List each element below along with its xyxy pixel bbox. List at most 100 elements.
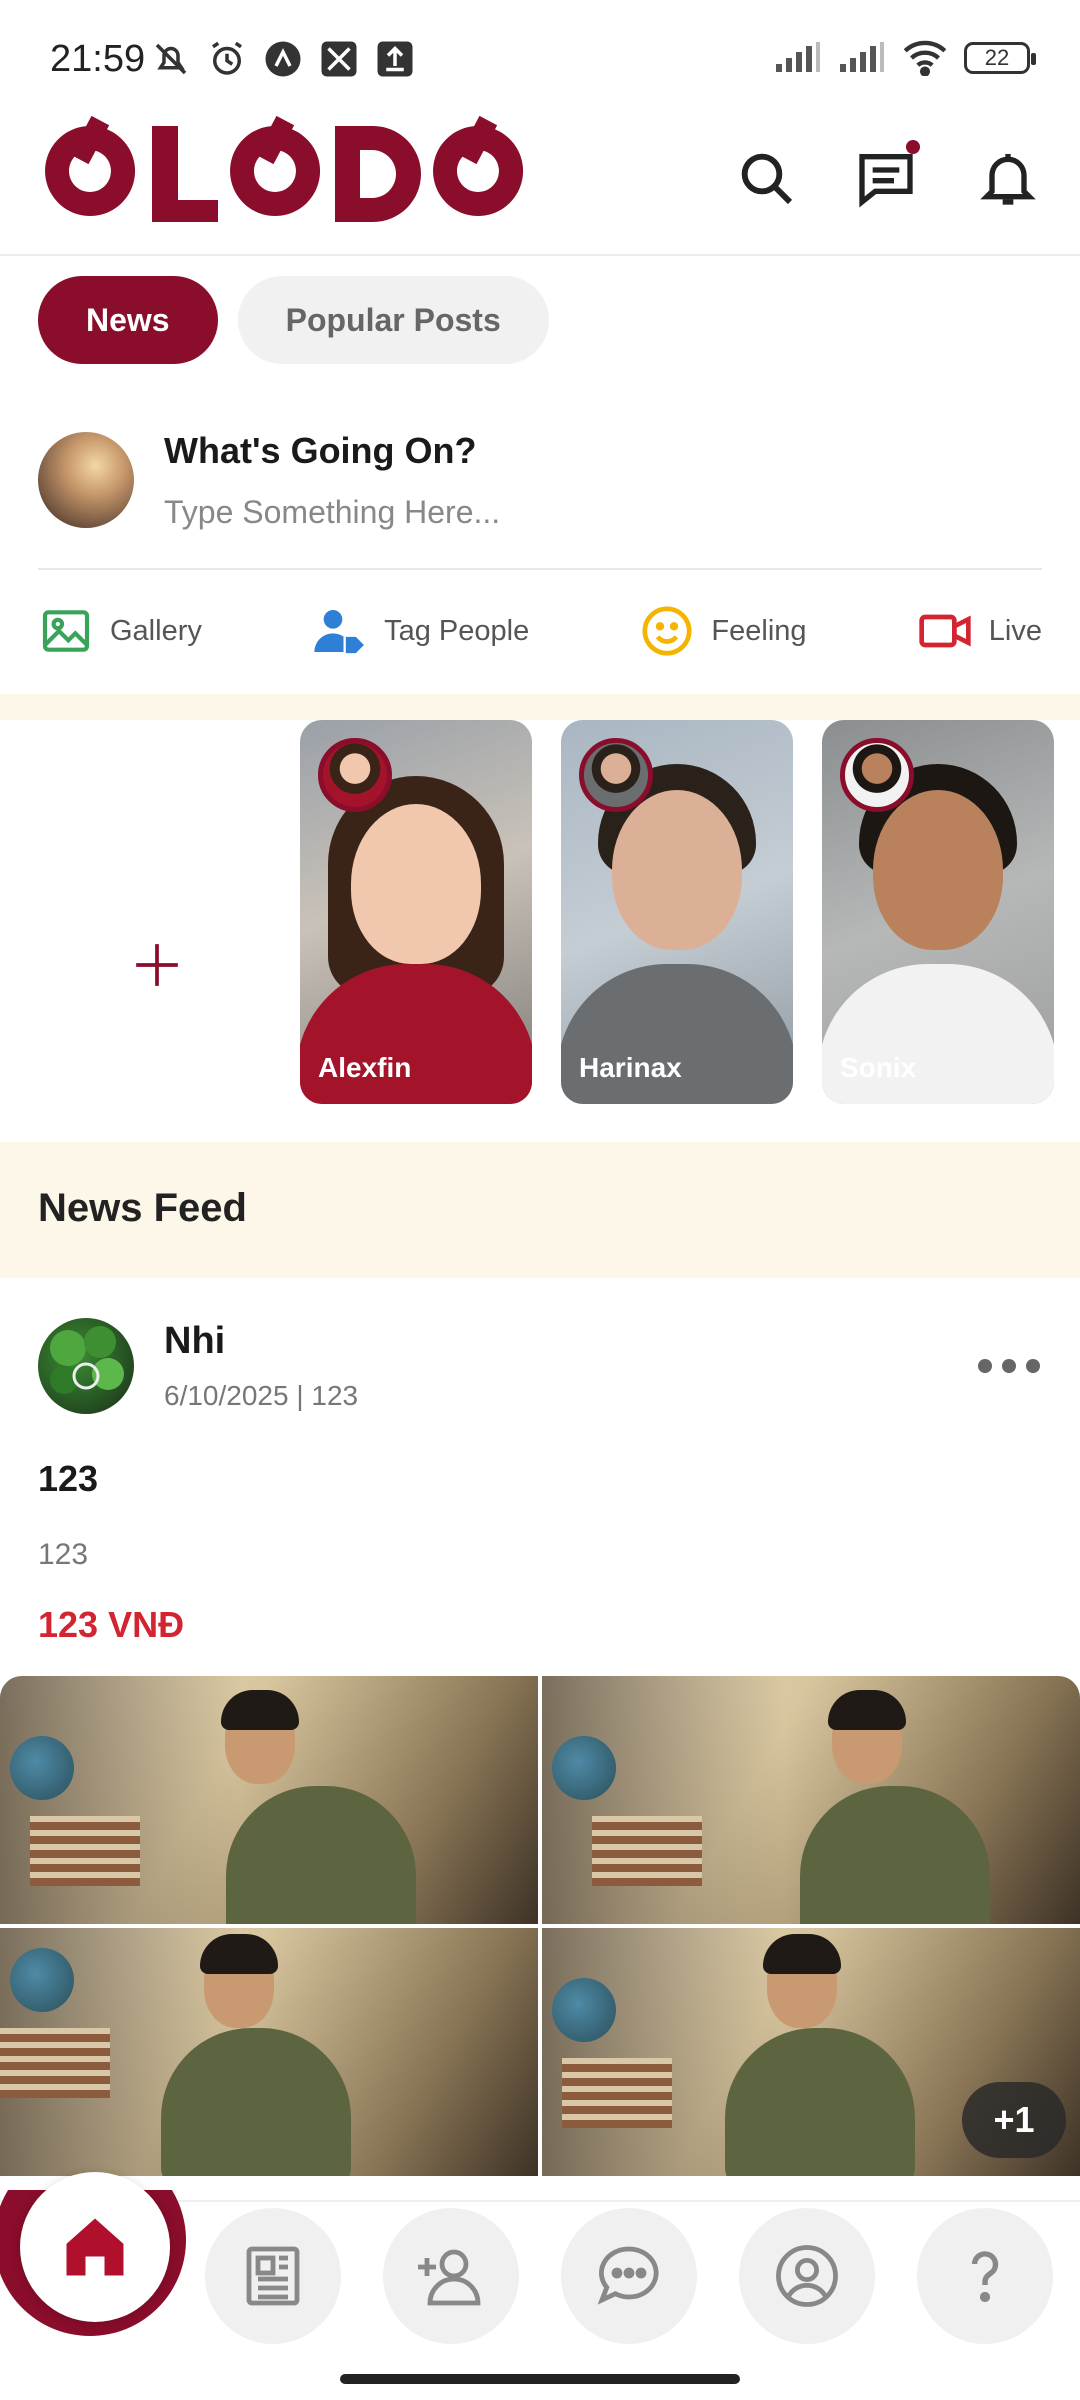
composer-actions: Gallery Tag People Feeling Live [38, 596, 1042, 666]
status-time: 21:59 [50, 38, 146, 80]
gallery-icon [42, 610, 90, 652]
photo-books [30, 1816, 140, 1886]
news-feed-header: News Feed [0, 1142, 1080, 1278]
chat-icon [859, 154, 913, 208]
search-button[interactable] [728, 140, 804, 216]
composer-input[interactable]: Type Something Here... [164, 494, 500, 531]
post-photo[interactable] [0, 1928, 538, 2176]
photo-person-hair [827, 1690, 906, 1730]
photo-person [161, 2028, 352, 2176]
photo-globe [10, 1736, 74, 1800]
search-icon [741, 153, 793, 205]
more-photos-badge[interactable]: +1 [962, 2082, 1066, 2158]
tag-people-icon [314, 610, 368, 656]
smile-icon [642, 606, 692, 656]
upload-icon [377, 41, 413, 77]
gallery-button[interactable]: Gallery [38, 603, 202, 659]
post-title: 123 [38, 1458, 99, 1499]
wifi-icon [903, 40, 947, 76]
plant-image [50, 1326, 124, 1394]
stories-row: Alexfin Harinax Sonix [0, 720, 1080, 1142]
battery-level: 22 [984, 45, 1010, 70]
story-name: Sonix [840, 1052, 917, 1083]
status-icons-right: 22 [774, 40, 1036, 76]
nav-messages-button[interactable] [561, 2208, 697, 2344]
gesture-bar [340, 2374, 740, 2384]
post-meta: 6/10/2025 | 123 [164, 1380, 359, 1411]
story-face [351, 804, 481, 964]
profile-icon [776, 2245, 838, 2307]
post-photo[interactable]: +1 [542, 1928, 1080, 2176]
battery-icon: 22 [964, 42, 1036, 74]
chat-button[interactable] [848, 140, 924, 216]
post-photo[interactable] [0, 1676, 538, 1924]
app-header [0, 110, 1080, 256]
post-composer: What's Going On? Type Something Here... [38, 430, 1042, 570]
photo-books [562, 2058, 672, 2128]
story-name: Alexfin [318, 1052, 412, 1083]
photo-globe [552, 1978, 616, 2042]
photo-person [800, 1786, 991, 1924]
story-face [612, 790, 742, 950]
avatar [318, 738, 392, 812]
section-title: News Feed [38, 1186, 247, 1230]
story-face [873, 790, 1003, 950]
story-card[interactable]: Harinax [561, 720, 793, 1104]
feed-tabs: News Popular Posts [38, 276, 549, 364]
photo-shadow [0, 1676, 243, 1924]
app-icon [265, 41, 301, 77]
dot [1002, 1359, 1016, 1373]
divider-band [0, 694, 1080, 720]
story-name: Harinax [579, 1052, 682, 1083]
dot [1026, 1359, 1040, 1373]
photo-globe [10, 1948, 74, 2012]
video-icon [919, 614, 971, 648]
help-icon [971, 2251, 999, 2303]
photo-shadow [542, 1676, 785, 1924]
nav-home-button[interactable] [20, 2172, 170, 2322]
plus-icon[interactable] [132, 940, 182, 990]
live-label: Live [988, 614, 1042, 647]
avatar [579, 738, 653, 812]
story-card[interactable]: Alexfin [300, 720, 532, 1104]
live-button[interactable]: Live [917, 603, 1042, 659]
feeling-label: Feeling [711, 614, 807, 647]
gallery-label: Gallery [110, 614, 202, 647]
notifications-button[interactable] [970, 140, 1046, 216]
post-description: 123 [38, 1538, 89, 1571]
tab-popular-posts[interactable]: Popular Posts [237, 276, 549, 364]
avatar[interactable] [38, 432, 134, 528]
bell-icon [980, 154, 1036, 205]
photo-person-hair [763, 1934, 842, 1974]
dot [978, 1359, 992, 1373]
news-icon [246, 2246, 300, 2306]
post-author[interactable]: Nhi [164, 1320, 225, 1363]
photo-person [225, 1786, 416, 1924]
nav-news-button[interactable] [205, 2208, 341, 2344]
story-card[interactable]: Sonix [822, 720, 1054, 1104]
post-photo[interactable] [542, 1676, 1080, 1924]
photo-person-hair [199, 1934, 278, 1974]
nav-help-button[interactable] [917, 2208, 1053, 2344]
feeling-button[interactable]: Feeling [639, 603, 807, 659]
more-options-button[interactable] [978, 1346, 1040, 1386]
olodo-logo[interactable] [40, 116, 540, 226]
avatar [840, 738, 914, 812]
app-icon [321, 41, 357, 77]
bottom-navigation [0, 2172, 1080, 2400]
tag-people-button[interactable]: Tag People [312, 603, 529, 659]
post-gallery: +1 [0, 1676, 1080, 2176]
avatar[interactable] [38, 1318, 134, 1414]
mute-icon [155, 43, 187, 75]
composer-title: What's Going On? [164, 430, 477, 471]
nav-profile-button[interactable] [739, 2208, 875, 2344]
unread-dot [906, 140, 920, 154]
status-icons-left [150, 38, 416, 80]
signal-icon [840, 42, 884, 72]
post-price: 123 VNĐ [38, 1604, 185, 1645]
nav-add-friend-button[interactable] [383, 2208, 519, 2344]
tab-news[interactable]: News [38, 276, 218, 364]
add-friend-icon [418, 2249, 481, 2306]
photo-books [0, 2028, 110, 2098]
tag-people-label: Tag People [384, 614, 530, 647]
